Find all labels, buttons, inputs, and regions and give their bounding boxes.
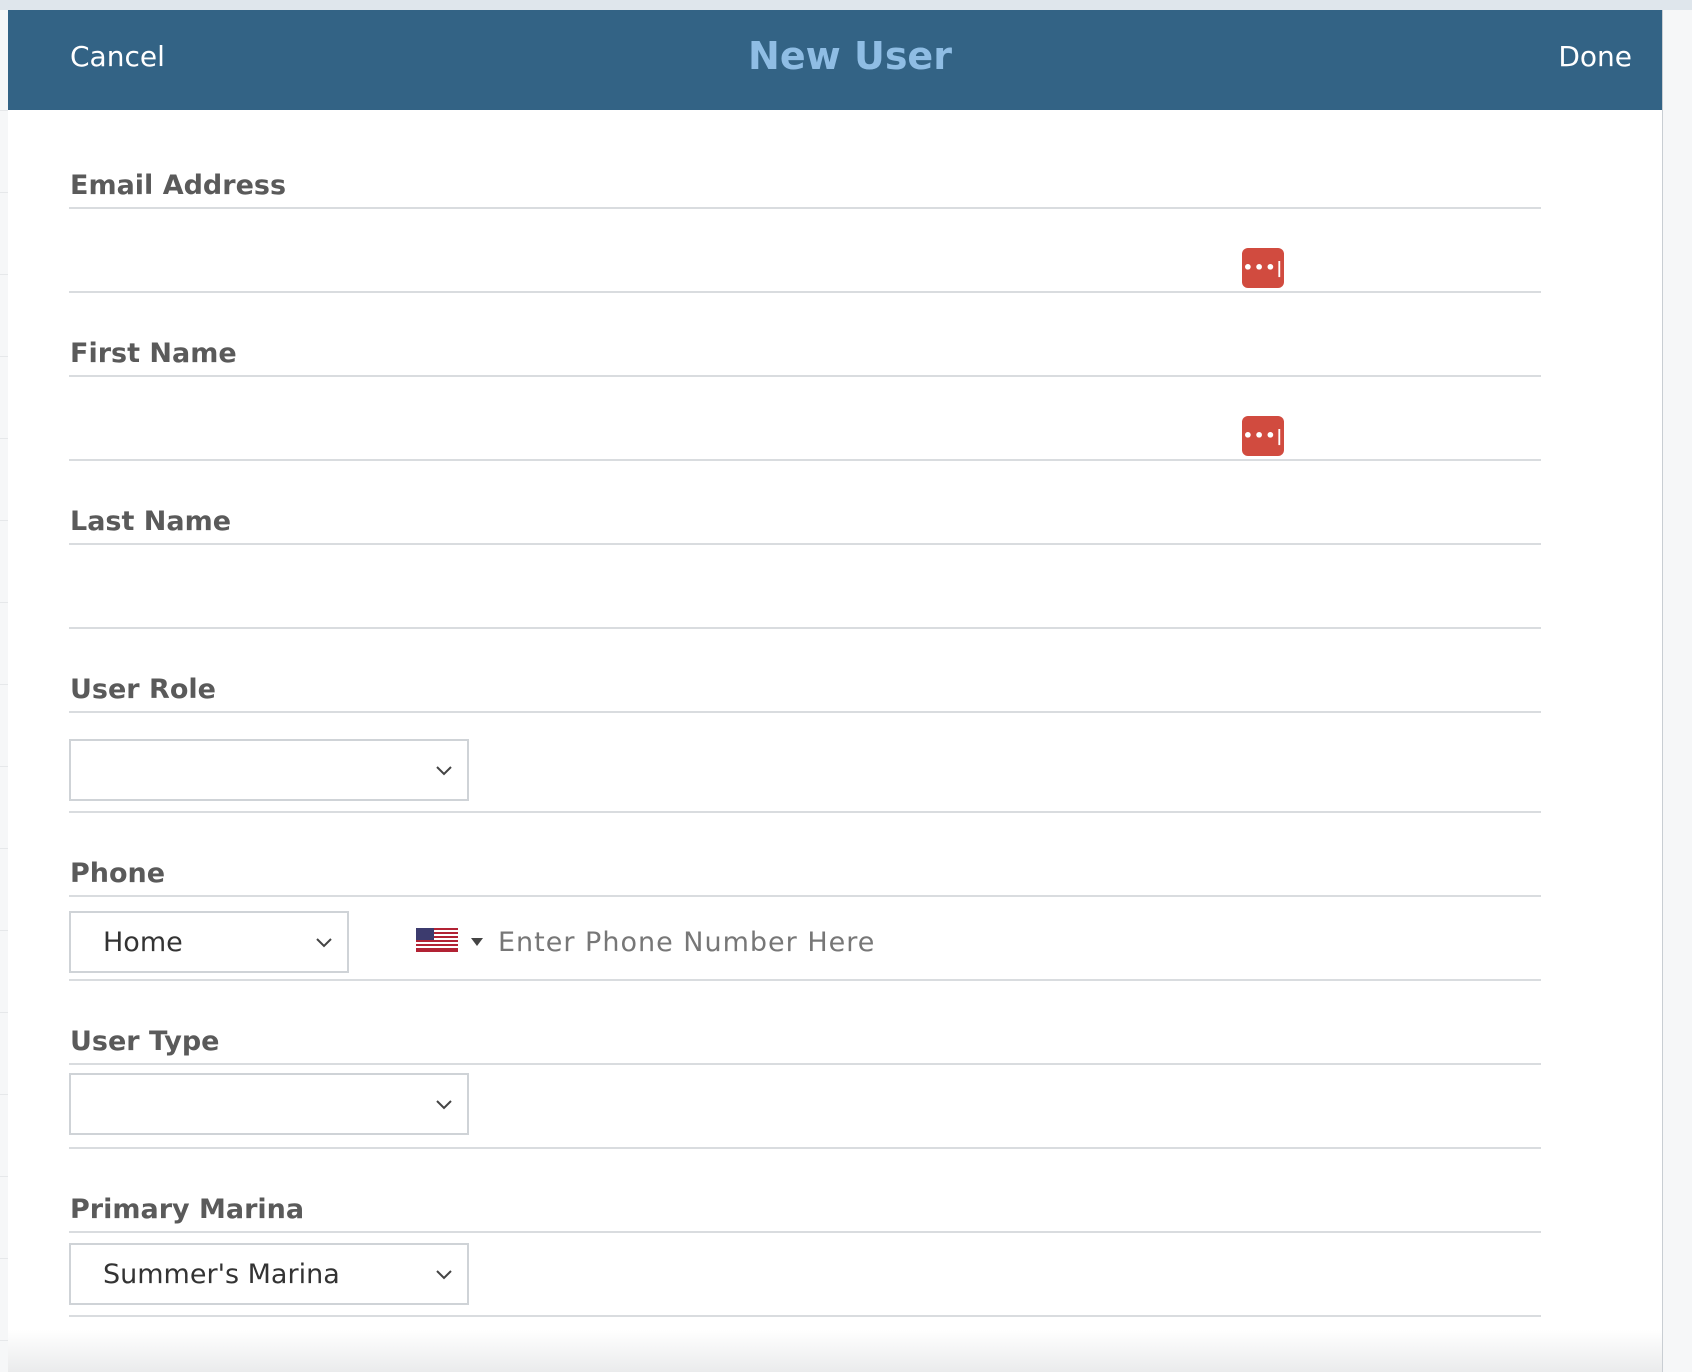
user-type-divider-top (69, 1063, 1541, 1065)
modal-title: New User (748, 34, 952, 78)
browser-top-strip (0, 0, 1692, 10)
phone-type-select[interactable]: Home (69, 911, 349, 973)
user-role-divider-bottom (69, 811, 1541, 813)
last-name-divider-bottom (69, 627, 1541, 629)
phone-divider-top (69, 895, 1541, 897)
bottom-fade-overlay (8, 1330, 1662, 1372)
phone-divider-bottom (69, 979, 1541, 981)
last-name-divider-top (69, 543, 1541, 545)
last-name-label: Last Name (70, 506, 232, 537)
password-manager-icon[interactable]: •••| (1242, 416, 1284, 456)
us-flag-icon[interactable] (416, 928, 458, 952)
email-divider-top (69, 207, 1541, 209)
email-divider-bottom (69, 291, 1541, 293)
chevron-down-icon (436, 1100, 452, 1110)
user-type-divider-bottom (69, 1147, 1541, 1149)
first-name-divider-bottom (69, 459, 1541, 461)
email-label: Email Address (70, 170, 287, 201)
first-name-field[interactable] (69, 383, 1253, 455)
chevron-down-icon (436, 766, 452, 776)
primary-marina-label: Primary Marina (70, 1194, 305, 1225)
phone-number-input[interactable] (496, 916, 1400, 968)
chevron-down-icon (436, 1270, 452, 1280)
country-dropdown-caret-icon[interactable] (471, 938, 483, 946)
primary-marina-divider-top (69, 1231, 1541, 1233)
user-role-label: User Role (70, 674, 216, 705)
password-manager-icon[interactable]: •••| (1242, 248, 1284, 288)
email-field[interactable] (69, 215, 1253, 287)
first-name-label: First Name (70, 338, 237, 369)
phone-label: Phone (70, 858, 166, 889)
modal-header: Cancel New User Done (8, 10, 1662, 110)
first-name-divider-top (69, 375, 1541, 377)
user-type-select[interactable] (69, 1073, 469, 1135)
phone-type-value: Home (103, 927, 183, 958)
new-user-modal: Cancel New User Done Email Address •••| … (8, 10, 1663, 1372)
user-role-divider-top (69, 711, 1541, 713)
chevron-down-icon (316, 938, 332, 948)
done-button[interactable]: Done (1558, 40, 1632, 73)
primary-marina-divider-bottom (69, 1315, 1541, 1317)
primary-marina-select[interactable]: Summer's Marina (69, 1243, 469, 1305)
primary-marina-value: Summer's Marina (103, 1259, 340, 1290)
user-role-select[interactable] (69, 739, 469, 801)
user-type-label: User Type (70, 1026, 220, 1057)
last-name-field[interactable] (69, 551, 1253, 623)
